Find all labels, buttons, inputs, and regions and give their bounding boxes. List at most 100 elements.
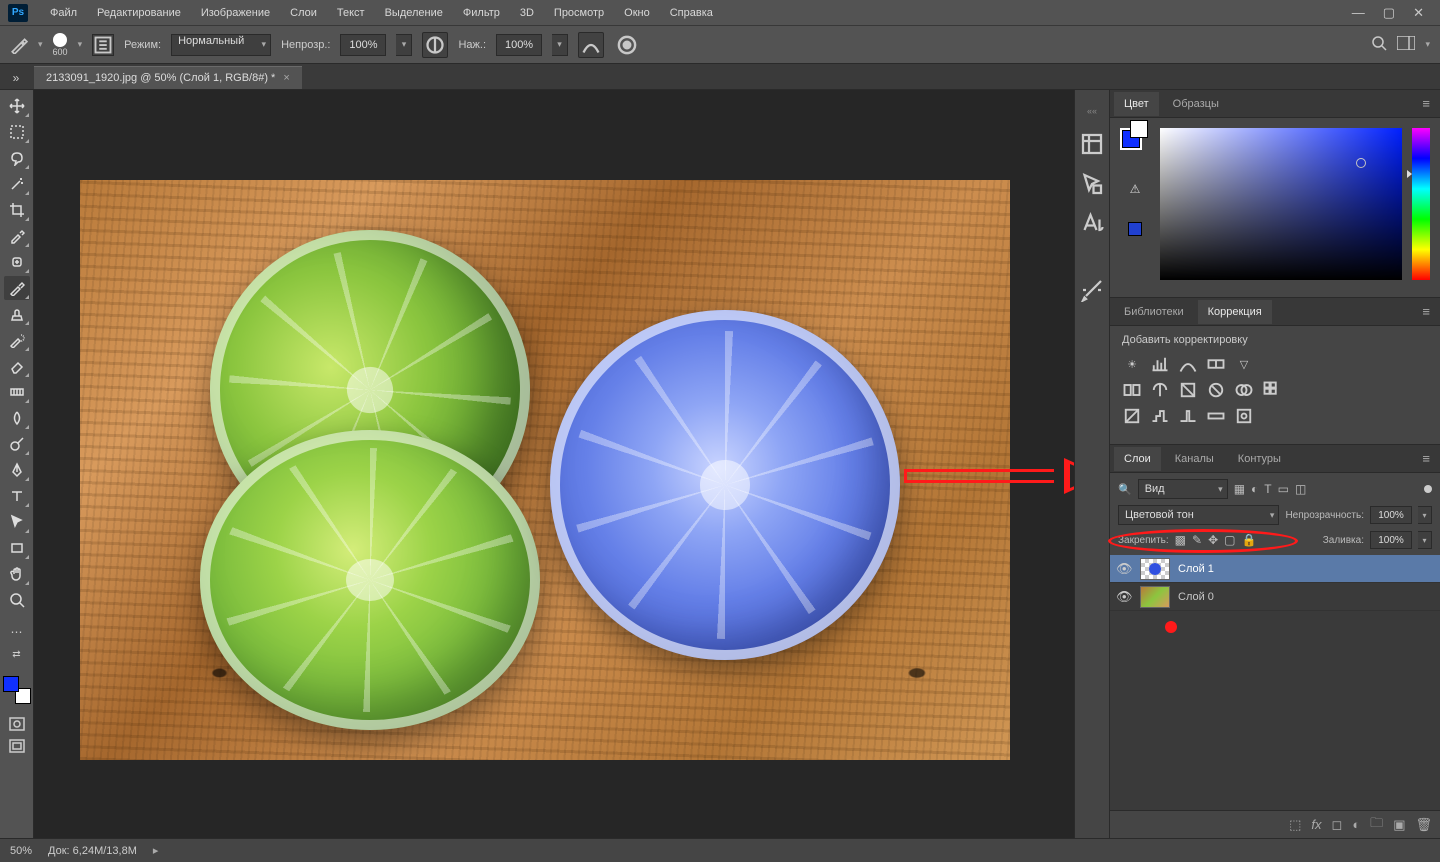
- history-panel-icon[interactable]: [1080, 132, 1104, 156]
- hand-tool[interactable]: [4, 562, 30, 586]
- gradient-tool[interactable]: [4, 380, 30, 404]
- foreground-color-swatch[interactable]: [3, 676, 19, 692]
- menu-window[interactable]: Окно: [614, 3, 660, 23]
- color-panel-menu-icon[interactable]: ≡: [1416, 96, 1436, 111]
- tool-dropdown-icon[interactable]: ▾: [38, 39, 43, 50]
- photo-filter-adjust-icon[interactable]: [1206, 380, 1226, 400]
- gradient-map-adjust-icon[interactable]: [1206, 406, 1226, 426]
- workspace-switcher[interactable]: [1397, 36, 1415, 53]
- tab-adjustments[interactable]: Коррекция: [1198, 300, 1272, 324]
- lock-artboard-icon[interactable]: ▢: [1224, 533, 1235, 547]
- gamut-fix-swatch[interactable]: [1128, 222, 1142, 236]
- zoom-level[interactable]: 50%: [10, 845, 32, 857]
- menu-select[interactable]: Выделение: [375, 3, 453, 23]
- tab-color[interactable]: Цвет: [1114, 92, 1159, 116]
- menu-image[interactable]: Изображение: [191, 3, 280, 23]
- search-icon[interactable]: [1371, 35, 1387, 54]
- fill-stepper[interactable]: ▾: [1418, 531, 1432, 549]
- bw-adjust-icon[interactable]: [1178, 380, 1198, 400]
- visibility-toggle-icon[interactable]: 👁: [1116, 561, 1132, 577]
- invert-adjust-icon[interactable]: [1122, 406, 1142, 426]
- current-tool-icon[interactable]: [10, 36, 28, 54]
- layers-panel-menu-icon[interactable]: ≡: [1416, 451, 1436, 466]
- layer-filter-search-icon[interactable]: 🔍: [1118, 483, 1132, 496]
- menu-help[interactable]: Справка: [660, 3, 723, 23]
- flow-stepper[interactable]: ▾: [552, 34, 568, 56]
- hue-slider[interactable]: [1412, 128, 1430, 280]
- character-panel-icon[interactable]: [1080, 212, 1104, 236]
- brightness-adjust-icon[interactable]: ☀: [1122, 354, 1142, 374]
- selective-color-adjust-icon[interactable]: [1234, 406, 1254, 426]
- delete-layer-icon[interactable]: 🗑: [1415, 817, 1432, 833]
- lock-all-icon[interactable]: 🔒: [1241, 533, 1256, 547]
- new-layer-icon[interactable]: ▣: [1393, 817, 1405, 833]
- edit-toolbar-icon[interactable]: ⋯: [4, 622, 30, 642]
- dodge-tool[interactable]: [4, 432, 30, 456]
- visibility-toggle-icon[interactable]: 👁: [1116, 589, 1132, 605]
- status-info-dropdown-icon[interactable]: ▸: [153, 844, 159, 857]
- filter-smart-icon[interactable]: ◫: [1295, 482, 1306, 496]
- brush-settings-panel-icon[interactable]: [1080, 278, 1104, 302]
- menu-layers[interactable]: Слои: [280, 3, 327, 23]
- layer-row[interactable]: 👁 Слой 1: [1110, 555, 1440, 583]
- menu-text[interactable]: Текст: [327, 3, 375, 23]
- layer-thumbnail[interactable]: [1140, 558, 1170, 580]
- flow-input[interactable]: 100%: [496, 34, 542, 56]
- menu-file[interactable]: Файл: [40, 3, 87, 23]
- layer-name[interactable]: Слой 0: [1178, 591, 1214, 603]
- channel-mixer-adjust-icon[interactable]: [1234, 380, 1254, 400]
- history-brush-tool[interactable]: [4, 328, 30, 352]
- maximize-button[interactable]: ▢: [1383, 5, 1395, 21]
- marquee-tool[interactable]: [4, 120, 30, 144]
- threshold-adjust-icon[interactable]: [1178, 406, 1198, 426]
- opacity-input[interactable]: 100%: [340, 34, 386, 56]
- layer-style-icon[interactable]: fx: [1311, 817, 1321, 832]
- swap-colors-icon[interactable]: ⇄: [4, 644, 30, 664]
- filter-adjust-icon[interactable]: ◐: [1251, 482, 1258, 496]
- path-select-tool[interactable]: [4, 510, 30, 534]
- link-layers-icon[interactable]: ⬚: [1289, 817, 1301, 833]
- eyedropper-tool[interactable]: [4, 224, 30, 248]
- layer-name[interactable]: Слой 1: [1178, 563, 1214, 575]
- crop-tool[interactable]: [4, 198, 30, 222]
- layer-row[interactable]: 👁 Слой 0: [1110, 583, 1440, 611]
- tab-expand-icon[interactable]: »: [6, 68, 26, 88]
- filter-toggle-switch[interactable]: [1424, 485, 1432, 493]
- menu-3d[interactable]: 3D: [510, 3, 544, 23]
- minimize-button[interactable]: —: [1352, 5, 1365, 21]
- menu-view[interactable]: Просмотр: [544, 3, 614, 23]
- document-tab[interactable]: 2133091_1920.jpg @ 50% (Слой 1, RGB/8#) …: [34, 66, 302, 89]
- close-button[interactable]: ✕: [1413, 5, 1424, 21]
- filter-pixel-icon[interactable]: ▦: [1234, 482, 1245, 496]
- tab-libraries[interactable]: Библиотеки: [1114, 300, 1194, 324]
- eraser-tool[interactable]: [4, 354, 30, 378]
- tab-paths[interactable]: Контуры: [1228, 447, 1291, 471]
- layer-mask-icon[interactable]: ◻: [1332, 817, 1343, 833]
- color-swatches[interactable]: [3, 676, 31, 704]
- dock-handle[interactable]: ««: [1075, 106, 1109, 116]
- brush-dropdown-icon[interactable]: ▾: [78, 39, 83, 50]
- canvas-viewport[interactable]: [34, 90, 1074, 838]
- menu-edit[interactable]: Редактирование: [87, 3, 191, 23]
- pressure-opacity-toggle[interactable]: [422, 32, 448, 58]
- blend-mode-select[interactable]: Нормальный▾: [171, 34, 271, 56]
- layer-opacity-stepper[interactable]: ▾: [1418, 506, 1432, 524]
- vibrance-adjust-icon[interactable]: ▽: [1234, 354, 1254, 374]
- magic-wand-tool[interactable]: [4, 172, 30, 196]
- quick-mask-toggle[interactable]: [4, 714, 30, 734]
- blur-tool[interactable]: [4, 406, 30, 430]
- tab-channels[interactable]: Каналы: [1165, 447, 1224, 471]
- workspace-dropdown-icon[interactable]: ▾: [1425, 39, 1430, 50]
- curves-adjust-icon[interactable]: [1178, 354, 1198, 374]
- type-tool[interactable]: [4, 484, 30, 508]
- airbrush-toggle[interactable]: [578, 32, 604, 58]
- pressure-size-toggle[interactable]: [614, 32, 640, 58]
- lock-position-icon[interactable]: ✥: [1208, 533, 1218, 547]
- layer-filter-select[interactable]: Вид▾: [1138, 479, 1228, 499]
- adjustment-layer-icon[interactable]: ◐: [1352, 817, 1360, 832]
- color-picker-field[interactable]: [1160, 128, 1402, 280]
- spot-heal-tool[interactable]: [4, 250, 30, 274]
- pen-tool[interactable]: [4, 458, 30, 482]
- exposure-adjust-icon[interactable]: [1206, 354, 1226, 374]
- zoom-tool[interactable]: [4, 588, 30, 612]
